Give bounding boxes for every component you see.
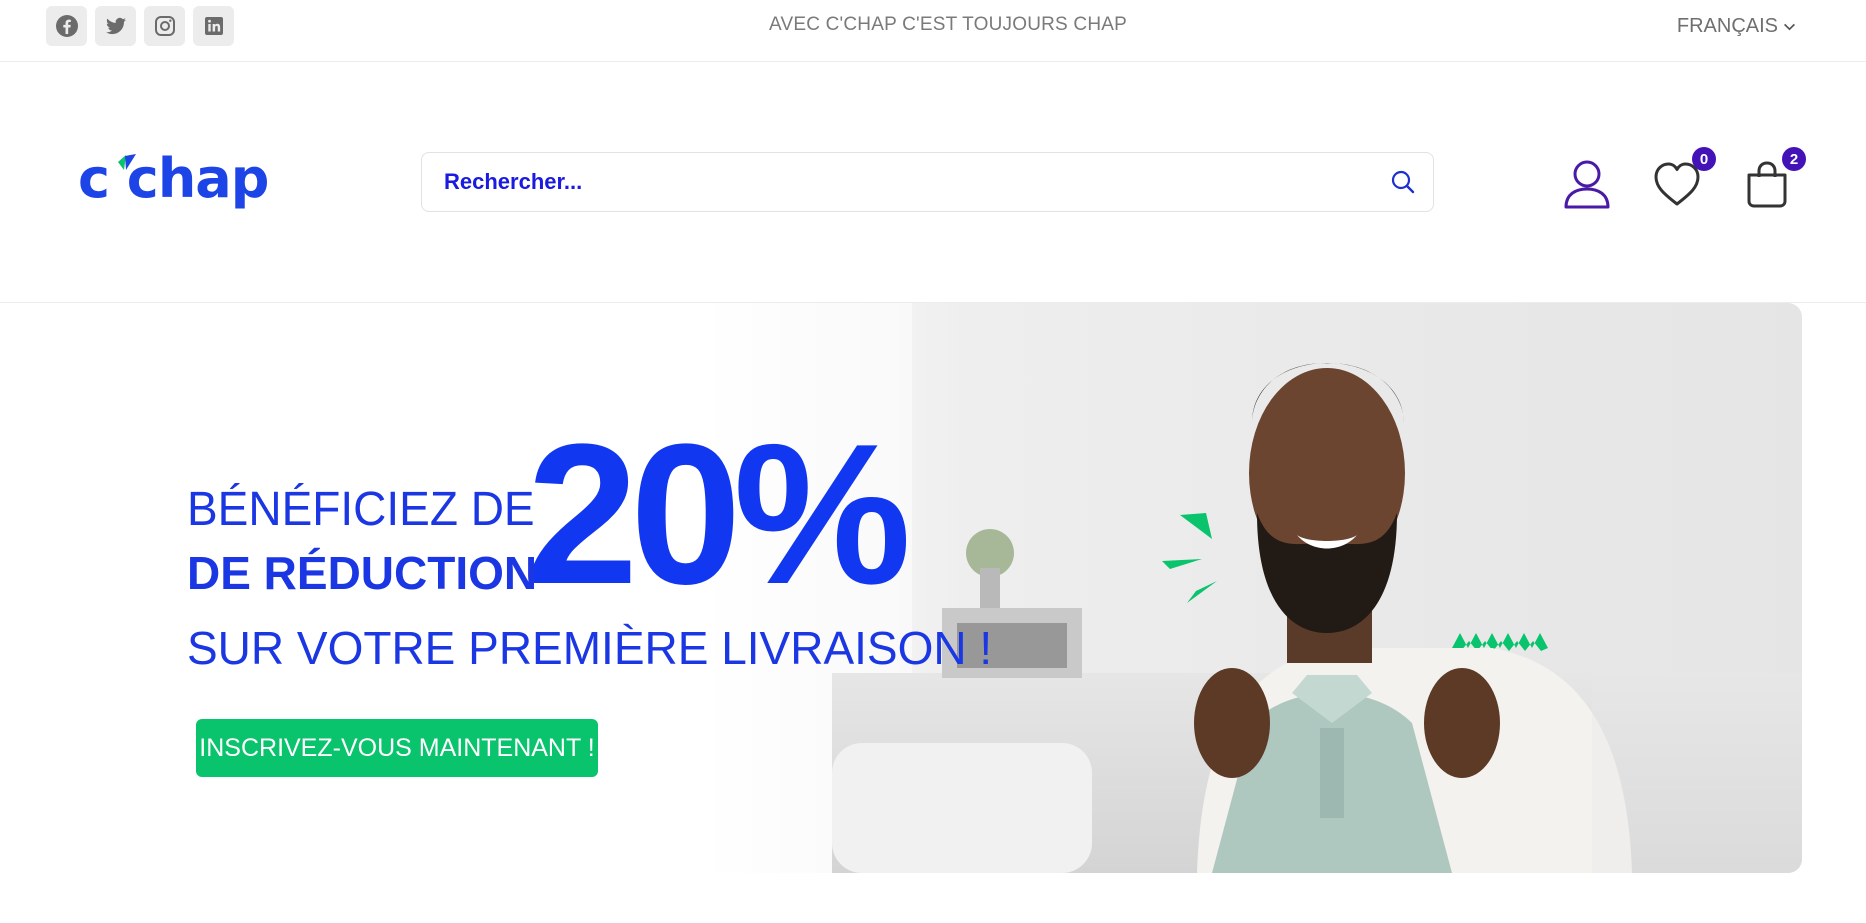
promo-line-1: BÉNÉFICIEZ DE	[187, 480, 535, 536]
top-bar: AVEC C'CHAP C'EST TOUJOURS CHAP FRANÇAIS	[0, 0, 1866, 62]
chevron-down-icon	[1784, 23, 1795, 31]
signup-cta-button[interactable]: INSCRIVEZ-VOUS MAINTENANT !	[196, 719, 598, 777]
logo-text: c chap	[78, 147, 269, 210]
language-selector[interactable]: FRANÇAIS	[1677, 15, 1796, 38]
search-bar	[421, 152, 1434, 212]
promo-percent: 20%	[527, 403, 911, 626]
account-button[interactable]	[1557, 154, 1617, 214]
search-button[interactable]	[1373, 153, 1433, 211]
language-label: FRANÇAIS	[1676, 15, 1778, 37]
main-header: c chap 0 2	[0, 62, 1866, 303]
promo-line-2: DE RÉDUCTION	[187, 547, 538, 599]
logo[interactable]: c chap	[78, 149, 273, 209]
wishlist-count-badge: 0	[1692, 147, 1716, 171]
logo-check-icon	[118, 154, 136, 170]
tagline: AVEC C'CHAP C'EST TOUJOURS CHAP	[769, 14, 1127, 35]
promo-line-3: SUR VOTRE PREMIÈRE LIVRAISON !	[187, 622, 993, 674]
promo-banner[interactable]: BÉNÉFICIEZ DE 20% DE RÉDUCTION SUR VOTRE…	[0, 303, 1802, 873]
cart-count-badge: 2	[1782, 147, 1806, 171]
user-icon	[1564, 160, 1610, 209]
search-input[interactable]	[422, 153, 1373, 211]
search-icon	[1391, 170, 1415, 194]
